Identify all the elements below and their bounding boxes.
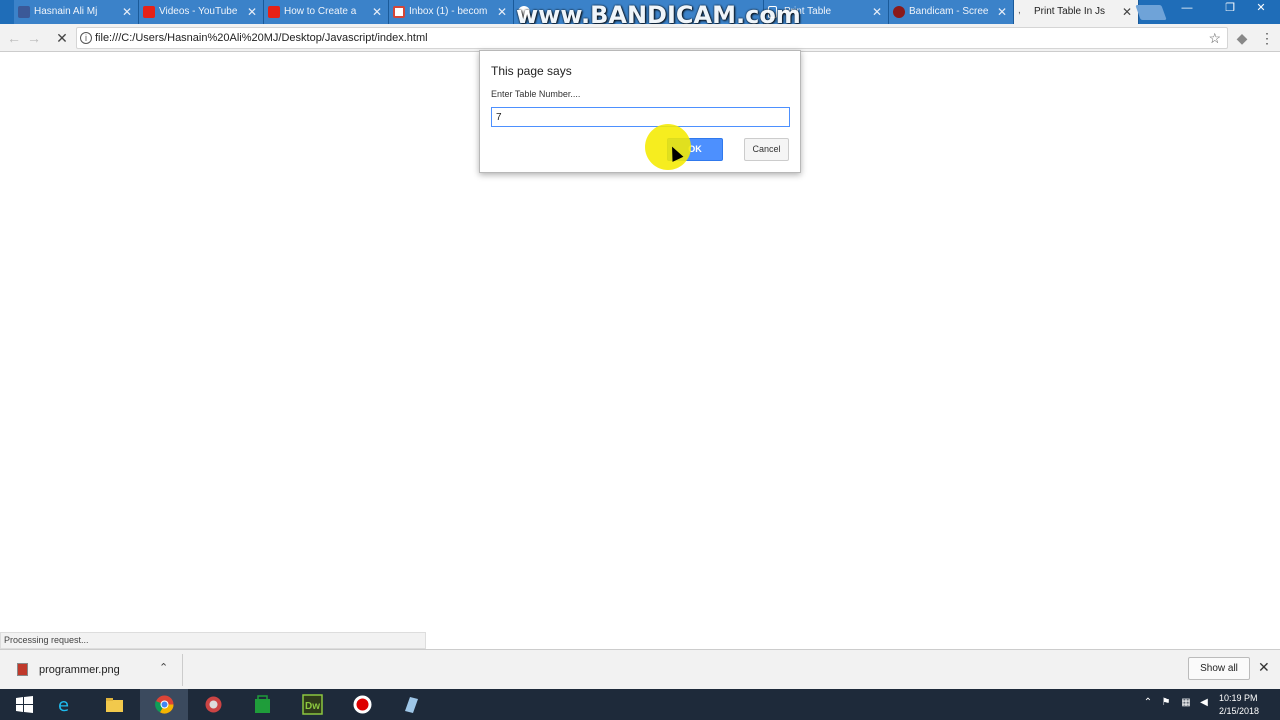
app-icon[interactable] xyxy=(189,689,237,720)
close-icon[interactable]: ✕ xyxy=(122,0,132,24)
clock-time[interactable]: 10:19 PM xyxy=(1219,693,1258,703)
browser-toolbar: ← → ✕ i file:///C:/Users/Hasnain%20Ali%2… xyxy=(0,24,1280,52)
internet-explorer-icon[interactable]: e xyxy=(41,689,89,720)
address-bar[interactable]: i file:///C:/Users/Hasnain%20Ali%20MJ/De… xyxy=(76,27,1228,49)
tab-facebook[interactable]: Hasnain Ali Mj ✕ xyxy=(14,0,139,24)
tab-label: Print Table In Js xyxy=(1034,6,1105,17)
table-number-input[interactable] xyxy=(491,107,790,127)
close-window-button[interactable]: ✕ xyxy=(1248,0,1274,18)
tab-gmail[interactable]: Inbox (1) - becom ✕ xyxy=(389,0,514,24)
url-text: file:///C:/Users/Hasnain%20Ali%20MJ/Desk… xyxy=(95,32,428,44)
youtube-icon xyxy=(143,6,155,18)
new-tab-button[interactable] xyxy=(1135,5,1167,20)
close-icon[interactable]: ✕ xyxy=(872,0,882,24)
tab-print-table-js[interactable]: , Print Table In Js ✕ xyxy=(1014,0,1139,25)
loading-icon: , xyxy=(1018,5,1021,16)
close-icon[interactable]: ✕ xyxy=(372,0,382,24)
cursor-highlight xyxy=(645,124,691,170)
dreamweaver-icon[interactable]: Dw xyxy=(288,689,336,720)
bandicam-icon xyxy=(893,6,905,18)
windows-taskbar: e Dw ⌃ ⚑ ▦ ◀ 10:19 PM 2/15/2018 xyxy=(0,689,1280,720)
download-file-name: programmer.png xyxy=(39,664,120,676)
tab-label: Inbox (1) - becom xyxy=(409,6,488,17)
show-all-button[interactable]: Show all xyxy=(1188,657,1250,680)
dreamweaver-label: Dw xyxy=(305,701,320,712)
download-item[interactable]: programmer.png ⌃ xyxy=(8,654,183,686)
close-icon[interactable]: ✕ xyxy=(1258,659,1270,676)
back-icon[interactable]: ← xyxy=(5,29,23,47)
tab-label: How to Create a xyxy=(284,6,357,17)
close-icon[interactable]: ✕ xyxy=(247,0,257,24)
downloads-bar: programmer.png ⌃ Show all ✕ xyxy=(0,649,1280,689)
minimize-button[interactable]: — xyxy=(1174,0,1200,18)
forward-icon[interactable]: → xyxy=(25,29,43,47)
prompt-dialog: This page says Enter Table Number.... OK… xyxy=(479,50,801,173)
flag-icon[interactable]: ⚑ xyxy=(1160,697,1172,709)
cancel-button[interactable]: Cancel xyxy=(744,138,789,161)
bookmark-star-icon[interactable]: ☆ xyxy=(1208,28,1221,48)
chrome-icon[interactable] xyxy=(140,689,188,720)
facebook-icon xyxy=(18,6,30,18)
chevron-up-icon[interactable]: ⌃ xyxy=(1142,697,1154,709)
tab-label: Bandicam - Scree xyxy=(909,6,989,17)
bandicam-record-icon[interactable] xyxy=(338,689,386,720)
tab-bandicam[interactable]: Bandicam - Scree ✕ xyxy=(889,0,1014,24)
dialog-title: This page says xyxy=(491,64,572,78)
gmail-icon xyxy=(393,6,405,18)
tab-label: Videos - YouTube xyxy=(159,6,238,17)
dialog-message: Enter Table Number.... xyxy=(491,89,581,99)
status-bubble: Processing request... xyxy=(0,632,426,649)
stop-icon[interactable]: ✕ xyxy=(53,29,71,47)
notes-icon[interactable] xyxy=(387,689,435,720)
close-icon[interactable]: ✕ xyxy=(997,0,1007,24)
file-explorer-icon[interactable] xyxy=(90,689,138,720)
extension-icon[interactable]: ◆ xyxy=(1233,29,1251,47)
clock-date[interactable]: 2/15/2018 xyxy=(1219,706,1259,716)
svg-text:e: e xyxy=(58,695,69,715)
close-icon[interactable]: ✕ xyxy=(1122,0,1132,24)
tab-youtube-howto[interactable]: How to Create a ✕ xyxy=(264,0,389,24)
volume-icon[interactable]: ◀ xyxy=(1198,697,1210,709)
youtube-icon xyxy=(268,6,280,18)
restore-button[interactable]: ❐ xyxy=(1217,0,1243,18)
store-icon[interactable] xyxy=(238,689,286,720)
chevron-up-icon[interactable]: ⌃ xyxy=(159,661,168,674)
network-icon[interactable]: ▦ xyxy=(1180,697,1192,709)
tab-label: Hasnain Ali Mj xyxy=(34,6,98,17)
image-file-icon xyxy=(17,663,28,676)
tab-strip: Hasnain Ali Mj ✕ Videos - YouTube ✕ How … xyxy=(0,0,1280,29)
tab-youtube-videos[interactable]: Videos - YouTube ✕ xyxy=(139,0,264,24)
info-icon[interactable]: i xyxy=(80,32,92,44)
menu-icon[interactable]: ⋮ xyxy=(1258,29,1276,47)
close-icon[interactable]: ✕ xyxy=(497,0,507,24)
